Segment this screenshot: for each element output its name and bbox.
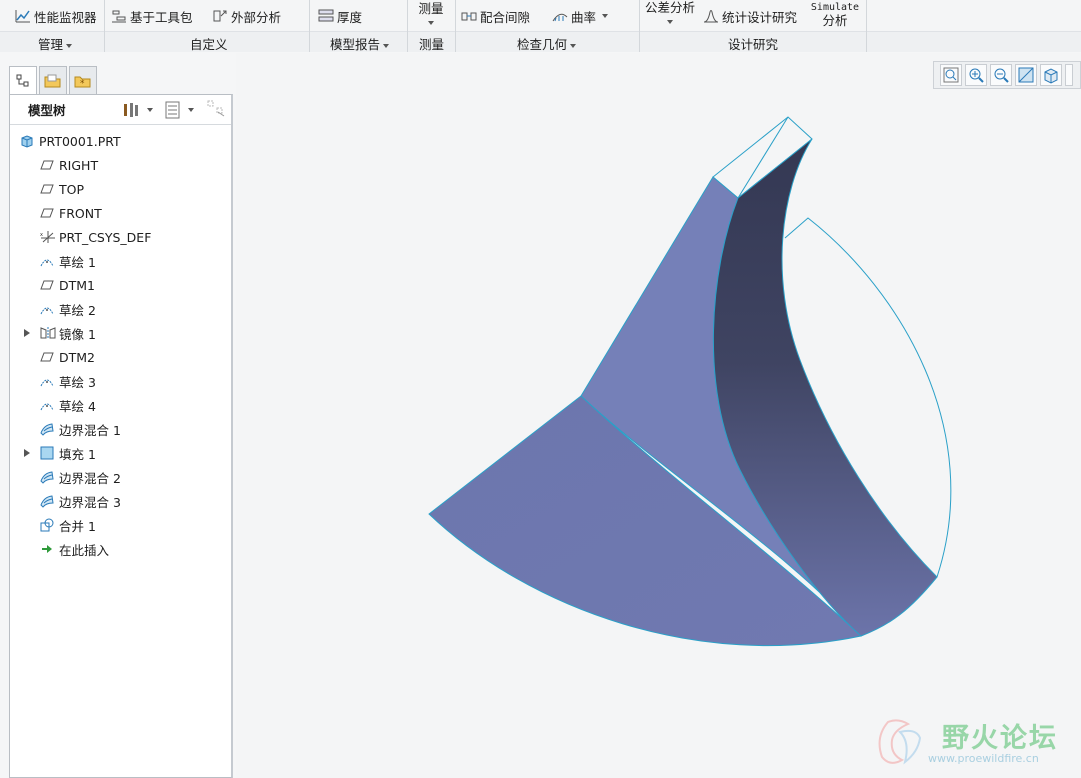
zoom-fit-icon: [943, 67, 959, 83]
cube-icon: [1044, 68, 1058, 84]
tree-item[interactable]: 边界混合 2: [40, 467, 121, 487]
tree-item-label: 草绘 2: [59, 302, 96, 318]
datum-plane-icon: [40, 278, 54, 292]
folder-icon: [44, 74, 61, 87]
merge-icon: [40, 518, 54, 532]
tree-item-label: 边界混合 1: [59, 422, 121, 438]
panel-title: 模型树: [28, 103, 66, 118]
sketch-icon: [40, 254, 54, 268]
tree-item[interactable]: 合并 1: [40, 515, 96, 535]
favorites-folder-icon: *: [74, 76, 91, 89]
zoom-out-button[interactable]: [990, 64, 1012, 86]
tab-favorites[interactable]: *: [69, 66, 97, 94]
watermark-title: 野火论坛: [942, 723, 1058, 754]
tree-item[interactable]: 草绘 1: [40, 251, 96, 271]
list-settings-icon: [165, 101, 180, 118]
model-tree-panel: 模型树 PRT0001.PRT RIGHT TOP FRONT x PRT_CSYS_DE…: [9, 94, 233, 778]
datum-plane-icon: [40, 206, 54, 220]
tree-item-label: DTM1: [59, 277, 95, 293]
mirror-icon: [40, 326, 56, 340]
tools-icon: [124, 102, 138, 117]
tree-item-label: 草绘 4: [59, 398, 96, 414]
boundary-blend-icon: [40, 470, 54, 484]
fill-icon: [40, 446, 54, 460]
filter-button[interactable]: [206, 99, 226, 120]
settings-tools-button[interactable]: [122, 101, 153, 119]
tree-item[interactable]: 草绘 2: [40, 299, 96, 319]
tree-item-label: FRONT: [59, 205, 102, 221]
tree-item[interactable]: PRT0001.PRT: [20, 131, 121, 151]
sketch-icon: [40, 398, 54, 412]
datum-plane-icon: [40, 182, 54, 196]
insert-here-icon: [40, 542, 54, 556]
tab-folder-browser[interactable]: [39, 66, 67, 94]
more-view-tools-button[interactable]: [1065, 64, 1073, 86]
datum-plane-icon: [40, 158, 54, 172]
model-tree-header: 模型树: [10, 95, 231, 125]
tree-item[interactable]: 草绘 4: [40, 395, 96, 415]
repaint-button[interactable]: [1015, 64, 1037, 86]
saved-orientation-button[interactable]: [1040, 64, 1062, 86]
tree-item-label: 草绘 1: [59, 254, 96, 270]
tree-item[interactable]: DTM1: [40, 275, 95, 295]
svg-text:x: x: [40, 232, 43, 238]
zoom-in-button[interactable]: [965, 64, 987, 86]
chevron-down-icon: [147, 107, 153, 112]
tree-item-label: 边界混合 3: [59, 494, 121, 510]
view-toolbar: [933, 61, 1081, 89]
csys-icon: x: [40, 230, 55, 244]
tree-item[interactable]: TOP: [40, 179, 84, 199]
expand-arrow-icon[interactable]: [24, 449, 30, 457]
tree-item[interactable]: 草绘 3: [40, 371, 96, 391]
filter-disabled-icon: [207, 100, 225, 117]
tree-item[interactable]: 边界混合 3: [40, 491, 121, 511]
zoom-fit-button[interactable]: [940, 64, 962, 86]
tree-item[interactable]: DTM2: [40, 347, 95, 367]
tree-item-label: 合并 1: [59, 518, 96, 534]
tree-item-label: 填充 1: [59, 446, 96, 462]
watermark-url: www.proewildfire.cn: [928, 752, 1039, 765]
tree-item[interactable]: FRONT: [40, 203, 102, 223]
repaint-icon: [1018, 67, 1034, 83]
boundary-blend-icon: [40, 422, 54, 436]
tree-item[interactable]: RIGHT: [40, 155, 98, 175]
tree-item-label: PRT0001.PRT: [39, 133, 121, 149]
zoom-out-icon: [994, 68, 1009, 83]
tree-item[interactable]: 边界混合 1: [40, 419, 121, 439]
tree-item[interactable]: 镜像 1: [40, 323, 96, 343]
tree-item-label: PRT_CSYS_DEF: [59, 229, 152, 245]
navigator-tabs: *: [9, 66, 97, 95]
tree-item-label: 在此插入: [59, 542, 110, 558]
boundary-blend-icon: [40, 494, 54, 508]
tree-item-label: 镜像 1: [59, 326, 96, 342]
expand-arrow-icon[interactable]: [24, 329, 30, 337]
sketch-icon: [40, 374, 54, 388]
model-tree-icon: [16, 74, 29, 87]
tree-item[interactable]: x PRT_CSYS_DEF: [40, 227, 151, 247]
tree-item-label: RIGHT: [59, 157, 99, 173]
svg-text:*: *: [80, 79, 85, 89]
chevron-down-icon: [188, 107, 194, 112]
show-options-button[interactable]: [165, 101, 194, 119]
tree-item-label: 草绘 3: [59, 374, 96, 390]
sketch-icon: [40, 302, 54, 316]
datum-plane-icon: [40, 350, 54, 364]
tree-item-label: DTM2: [59, 349, 95, 365]
tree-item[interactable]: 在此插入: [40, 539, 109, 559]
zoom-in-icon: [969, 68, 984, 83]
tab-model-tree[interactable]: [9, 66, 37, 95]
part-icon: [20, 134, 34, 148]
tree-item-label: 边界混合 2: [59, 470, 121, 486]
tree-item[interactable]: 填充 1: [40, 443, 96, 463]
tree-item-label: TOP: [59, 181, 85, 197]
